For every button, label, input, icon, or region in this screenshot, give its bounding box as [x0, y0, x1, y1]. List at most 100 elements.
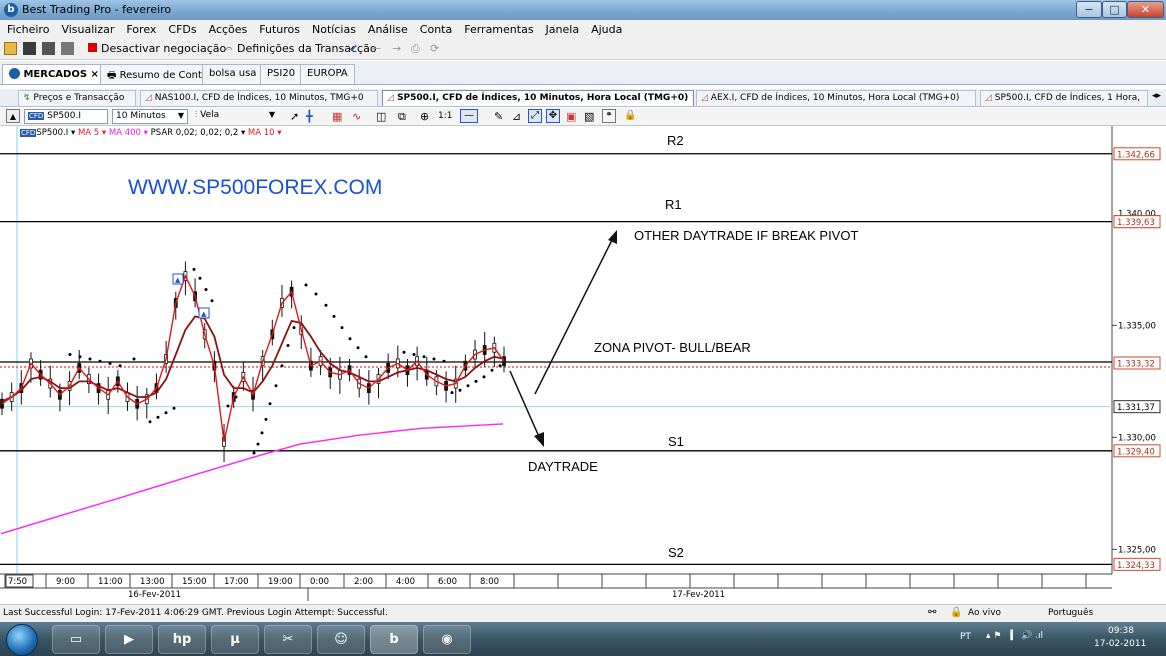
website-annotation: WWW.SP500FOREX.COM	[128, 176, 382, 199]
menu-conta[interactable]: Conta	[413, 20, 457, 36]
menu-analise[interactable]: Análise	[361, 20, 413, 36]
menu-ajuda[interactable]: Ajuda	[584, 20, 627, 36]
resize-icon[interactable]: ⤢	[528, 109, 542, 123]
menu-ferramentas[interactable]: Ferramentas	[457, 20, 538, 36]
account-mode: Ao vivo	[968, 608, 1002, 618]
tab-aex[interactable]: ◿ AEX.I, CFD de Índices, 10 Minutos, Hor…	[696, 90, 976, 106]
stop-trading-icon[interactable]	[88, 42, 97, 55]
line-tool-icon[interactable]: —	[460, 109, 478, 123]
tab-sp500-10min[interactable]: ◿ SP500.I, CFD de Índices, 10 Minutos, H…	[382, 90, 694, 106]
print-icon[interactable]	[61, 42, 74, 56]
back-icon[interactable]: ←	[372, 42, 381, 55]
zoom-icon[interactable]: ⊕	[420, 110, 429, 123]
close-tab-icon[interactable]: ×	[91, 69, 99, 80]
psar-dot	[332, 314, 336, 318]
symbol-value: SP500.I	[47, 111, 82, 121]
tab-sp500-1h[interactable]: ◿ SP500.I, CFD de Índices, 1 Hora,	[980, 90, 1148, 106]
menu-noticias[interactable]: Notícias	[305, 20, 361, 36]
chart-type-select[interactable]: ⫶ Vela ▼	[192, 109, 278, 124]
indicator-psar[interactable]: PSAR 0,02; 0,02; 0,2	[151, 128, 239, 138]
bars-icon[interactable]: ▦	[332, 110, 342, 123]
menu-janela[interactable]: Janela	[539, 20, 585, 36]
chevron-down-icon: ▼	[268, 110, 275, 119]
app-logo-icon: b	[4, 3, 18, 17]
crosshair-icon[interactable]: ╋	[306, 110, 313, 123]
menu-accoes[interactable]: Acções	[202, 20, 253, 36]
psar-dot	[482, 375, 486, 379]
tab-nas100[interactable]: ◿ NAS100.I, CFD de Índices, 10 Minutos, …	[140, 90, 378, 106]
close-button[interactable]: ✕	[1127, 1, 1164, 18]
title-bar: b Best Trading Pro - fevereiro − □ ✕	[0, 0, 1166, 20]
cfd-icon: CFD	[28, 112, 45, 120]
psar-dot	[192, 267, 196, 271]
tray-icons[interactable]: ▴ ⚑ ▕▎ 🔊 .ıl	[986, 631, 1043, 641]
print-preview-icon[interactable]: ⎙	[411, 42, 420, 56]
settings-icon[interactable]: 𝄐	[226, 42, 232, 56]
minimize-button[interactable]: −	[1076, 1, 1102, 18]
tab-precos[interactable]: ↯ Preços e Transacção	[18, 90, 136, 106]
tab-europa[interactable]: EUROPA	[300, 64, 355, 84]
psar-dot	[268, 402, 272, 406]
forward-icon[interactable]: →	[392, 42, 401, 55]
psar-dot	[226, 404, 230, 408]
psar-dot	[364, 355, 368, 359]
window-title: Best Trading Pro - fevereiro	[22, 3, 172, 16]
menu-cfds[interactable]: CFDs	[161, 20, 201, 36]
interval-select[interactable]: 10 Minutos ▼	[112, 109, 188, 124]
image-icon[interactable]: ▧	[584, 110, 594, 123]
symbol-select[interactable]: CFD SP500.I	[24, 109, 108, 124]
menu-forex[interactable]: Forex	[119, 20, 161, 36]
refresh-icon[interactable]: ⟳	[430, 42, 439, 55]
menu-futuros[interactable]: Futuros	[252, 20, 305, 36]
indicator-ma400[interactable]: MA 400	[109, 128, 141, 138]
indicator-symbol[interactable]: SP500.I	[36, 128, 68, 138]
checkmark-icon[interactable]: ✔	[349, 42, 358, 55]
hp-icon[interactable]: hp	[158, 625, 206, 654]
indicator-ma5[interactable]: MA 5	[78, 128, 99, 138]
paint-icon[interactable]: ✂	[264, 625, 312, 654]
deactivate-trading-button[interactable]: Desactivar negociação	[101, 42, 226, 55]
collapse-icon[interactable]: ▲	[6, 109, 20, 123]
lock-icon[interactable]: 🔒	[624, 110, 636, 121]
current-price-label: 1.331,37	[1117, 403, 1155, 413]
maximize-button[interactable]: □	[1102, 1, 1127, 18]
tab-resumo-conta[interactable]: 🖶 Resumo de Conta	[100, 64, 216, 84]
pan-icon[interactable]: ✥	[546, 109, 560, 123]
input-language[interactable]: PT	[960, 632, 971, 642]
menu-visualizar[interactable]: Visualizar	[54, 20, 119, 36]
messenger-icon[interactable]: ☺	[317, 625, 365, 654]
alert-icon[interactable]: ▣	[566, 110, 576, 123]
indicator-ma10[interactable]: MA 10	[248, 128, 275, 138]
close-tab-icon[interactable]: ×	[691, 93, 693, 103]
scroll-tabs-icon[interactable]: ◂▸	[1152, 91, 1161, 101]
pencil-icon[interactable]: ✎	[494, 110, 503, 123]
psar-dot	[286, 344, 290, 347]
pointer-icon[interactable]: ➚	[290, 110, 299, 123]
utorrent-icon[interactable]: µ	[211, 625, 259, 654]
tab-mercados[interactable]: MERCADOS ×	[2, 64, 106, 84]
tab-psi20[interactable]: PSI20	[260, 64, 303, 84]
price-chart[interactable]: 1.342,66 1.339,63 1.333,32 1.329,40 1.324,33…	[0, 126, 1166, 604]
tab-bolsa-usa[interactable]: bolsa usa	[202, 64, 264, 84]
explorer-icon[interactable]: ▭	[52, 625, 100, 654]
indicators-icon[interactable]: ∿	[352, 110, 361, 123]
psar-dot	[412, 353, 416, 356]
start-button[interactable]	[6, 624, 38, 656]
object-icon[interactable]: ◫	[376, 110, 386, 123]
x-tick-label: 8:00	[480, 577, 499, 587]
scale-icon[interactable]: 1:1	[438, 111, 452, 121]
media-player-icon[interactable]: ▶	[105, 625, 153, 654]
template-icon[interactable]: ⧉	[398, 110, 406, 124]
firefox-icon[interactable]: ◉	[423, 625, 471, 654]
x-tick-label: 2:00	[354, 577, 373, 587]
chart-icon: ◿	[387, 93, 394, 103]
link-icon[interactable]: ⚭	[602, 109, 616, 123]
psar-dot	[252, 451, 256, 455]
menu-ficheiro[interactable]: Ficheiro	[0, 20, 54, 36]
best-trading-icon[interactable]: b	[370, 625, 418, 654]
save-as-icon[interactable]	[42, 42, 55, 56]
open-folder-icon[interactable]	[4, 42, 17, 56]
psar-dot	[148, 420, 152, 424]
save-icon[interactable]	[23, 42, 36, 56]
fib-icon[interactable]: ⊿	[512, 110, 521, 123]
